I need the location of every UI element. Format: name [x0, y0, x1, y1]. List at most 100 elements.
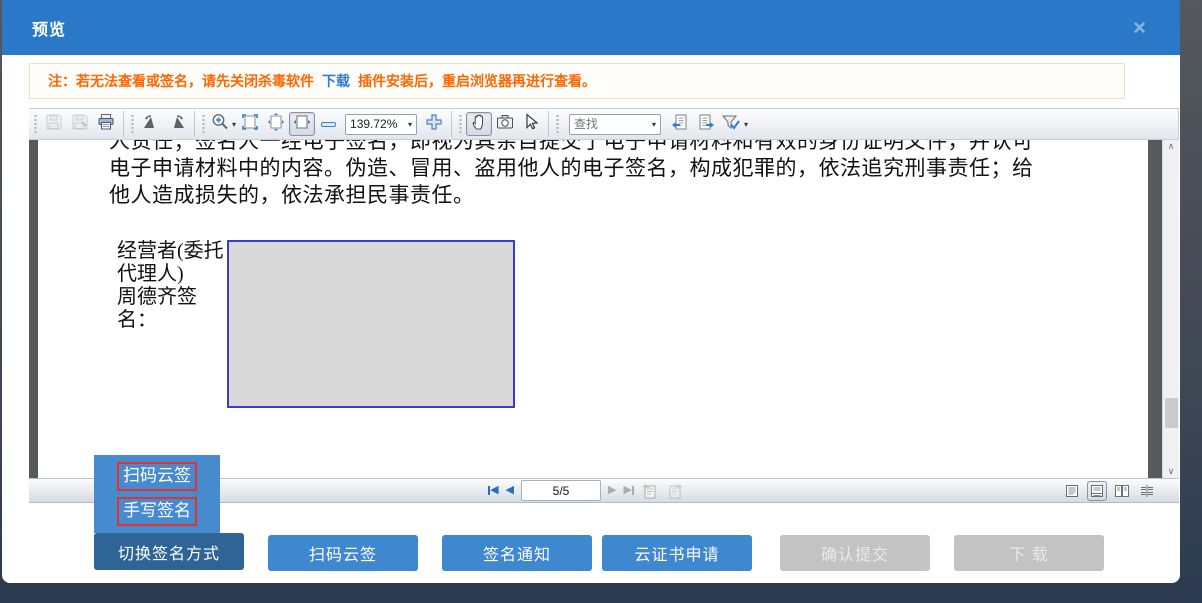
first-page-button[interactable]: ◀: [488, 485, 498, 496]
camera-icon: [495, 112, 515, 137]
highlight-caret-icon[interactable]: ▾: [744, 120, 748, 129]
page-indicator-input[interactable]: [521, 480, 601, 501]
select-cursor-icon: [521, 112, 541, 137]
document-text: 人责任；签名人一经电子签名，即视为其亲自提交了电子申请材料和有效的身份证明文件，…: [109, 140, 1084, 209]
signature-label-line: 周德齐签名：: [117, 286, 227, 332]
last-page-bar-icon: [632, 486, 634, 495]
previous-page-icon: ◀: [506, 485, 514, 496]
print-icon: [96, 112, 116, 137]
rotate-left-button[interactable]: [138, 112, 164, 136]
zoom-in-magnifier-icon: [210, 112, 230, 137]
notice-text-suffix: 插件安装后，重启浏览器再进行查看。: [358, 71, 596, 91]
popup-item-handwritten-sign[interactable]: 手写签名: [117, 497, 197, 526]
snapshot-tool-button[interactable]: [492, 112, 518, 136]
vertical-scrollbar[interactable]: ∧ ∨: [1162, 140, 1179, 478]
toolbar-separator: [548, 111, 549, 137]
find-caret-icon: ▾: [652, 120, 656, 129]
single-page-layout-button[interactable]: [1062, 481, 1082, 501]
last-page-button[interactable]: ▶: [623, 485, 633, 496]
highlight-tool-button[interactable]: ▾: [719, 112, 749, 136]
next-view-button[interactable]: [666, 482, 684, 500]
scroll-down-icon[interactable]: ∨: [1168, 467, 1175, 476]
plus-icon: [425, 113, 443, 136]
continuous-page-layout-button[interactable]: [1087, 481, 1107, 501]
last-page-icon: ▶: [623, 485, 631, 496]
signature-label-line: 经营者(委托: [117, 240, 227, 263]
print-button[interactable]: [93, 112, 119, 136]
zoom-in-button[interactable]: [421, 112, 447, 136]
pdf-toolbar: ▾ 139.72% ▾: [29, 108, 1179, 140]
toolbar-grip: [555, 113, 560, 135]
signature-notice-button[interactable]: 签名通知: [442, 535, 592, 571]
signature-section: 经营者(委托 代理人) 周德齐签名：: [117, 240, 515, 408]
rotate-right-button[interactable]: [164, 112, 190, 136]
scan-cloud-sign-button[interactable]: 扫码云签: [268, 535, 418, 571]
save-icon: [44, 112, 64, 137]
filter-check-icon: [720, 112, 742, 137]
two-page-continuous-layout-button[interactable]: [1137, 481, 1157, 501]
toolbar-grip: [201, 113, 206, 135]
zoom-tool-caret-icon[interactable]: ▾: [232, 120, 236, 129]
select-tool-button[interactable]: [518, 112, 544, 136]
two-page-icon: [1114, 483, 1130, 499]
toolbar-separator: [123, 111, 124, 137]
switch-signature-method-button[interactable]: 切换签名方式: [94, 533, 244, 570]
rotate-left-icon: [141, 112, 161, 137]
find-input[interactable]: [574, 117, 650, 131]
document-viewer: 人责任；签名人一经电子签名，即视为其亲自提交了电子申请材料和有效的身份证明文件，…: [29, 140, 1179, 478]
download-button[interactable]: 下 载: [954, 535, 1104, 571]
previous-view-button[interactable]: [641, 482, 659, 500]
next-page-icon: ▶: [608, 485, 616, 496]
previous-view-icon: [641, 482, 659, 500]
two-page-continuous-icon: [1139, 483, 1155, 499]
toolbar-separator: [194, 111, 195, 137]
two-page-layout-button[interactable]: [1112, 481, 1132, 501]
preview-modal: 预览 × 注：若无法查看或签名，请先关闭杀毒软件 下载 插件安装后，重启浏览器再…: [2, 0, 1180, 583]
zoom-level-select[interactable]: 139.72% ▾: [345, 114, 417, 135]
popup-item-scan-cloud-sign[interactable]: 扫码云签: [117, 462, 197, 491]
continuous-page-icon: [1089, 483, 1105, 499]
zoom-out-button[interactable]: [315, 112, 341, 136]
modal-header: 预览 ×: [2, 0, 1180, 55]
zoom-tool-button[interactable]: ▾: [209, 112, 237, 136]
next-view-icon: [666, 482, 684, 500]
find-next-icon: [696, 112, 716, 137]
find-combobox[interactable]: ▾: [569, 114, 661, 135]
toolbar-grip: [33, 113, 38, 135]
signature-label-line: 代理人): [117, 263, 227, 286]
toolbar-grip: [130, 113, 135, 135]
document-line: 电子申请材料中的内容。伪造、冒用、盗用他人的电子签名，构成犯罪的，依法追究刑事责…: [109, 155, 1084, 182]
signature-box[interactable]: [227, 240, 515, 408]
hand-icon: [469, 112, 489, 137]
fit-width-button[interactable]: [263, 112, 289, 136]
first-page-icon: ◀: [490, 485, 498, 496]
fit-actual-size-icon: [292, 112, 312, 137]
previous-page-button[interactable]: ◀: [506, 485, 514, 496]
save-as-button[interactable]: [67, 112, 93, 136]
fit-page-button[interactable]: [237, 112, 263, 136]
scroll-up-icon[interactable]: ∧: [1168, 142, 1175, 151]
hand-tool-button[interactable]: [466, 112, 492, 136]
document-line: 人责任；签名人一经电子签名，即视为其亲自提交了电子申请材料和有效的身份证明文件，…: [109, 140, 1084, 155]
close-icon[interactable]: ×: [1133, 17, 1150, 39]
zoom-level-value: 139.72%: [350, 117, 406, 131]
download-link[interactable]: 下载: [322, 71, 350, 91]
pager: ◀ ◀ ▶ ▶: [488, 480, 684, 501]
cloud-certificate-apply-button[interactable]: 云证书申请: [602, 535, 752, 571]
minus-icon: [321, 122, 336, 127]
viewer-right-edge: [1148, 140, 1162, 478]
fit-width-icon: [266, 112, 286, 137]
save-button[interactable]: [41, 112, 67, 136]
confirm-submit-button[interactable]: 确认提交: [780, 535, 930, 571]
next-page-button[interactable]: ▶: [608, 485, 616, 496]
find-next-button[interactable]: [693, 112, 719, 136]
notice-text-prefix: 注：若无法查看或签名，请先关闭杀毒软件: [48, 71, 314, 91]
signature-label: 经营者(委托 代理人) 周德齐签名：: [117, 240, 227, 408]
modal-title: 预览: [32, 16, 66, 40]
document-line: 他人造成损失的，依法承担民事责任。: [109, 182, 1084, 209]
zoom-level-caret-icon: ▾: [408, 120, 412, 129]
fit-actual-size-button[interactable]: [289, 112, 315, 136]
signature-method-popup: 扫码云签 手写签名: [94, 455, 220, 533]
scrollbar-thumb[interactable]: [1165, 398, 1178, 428]
find-previous-button[interactable]: [667, 112, 693, 136]
